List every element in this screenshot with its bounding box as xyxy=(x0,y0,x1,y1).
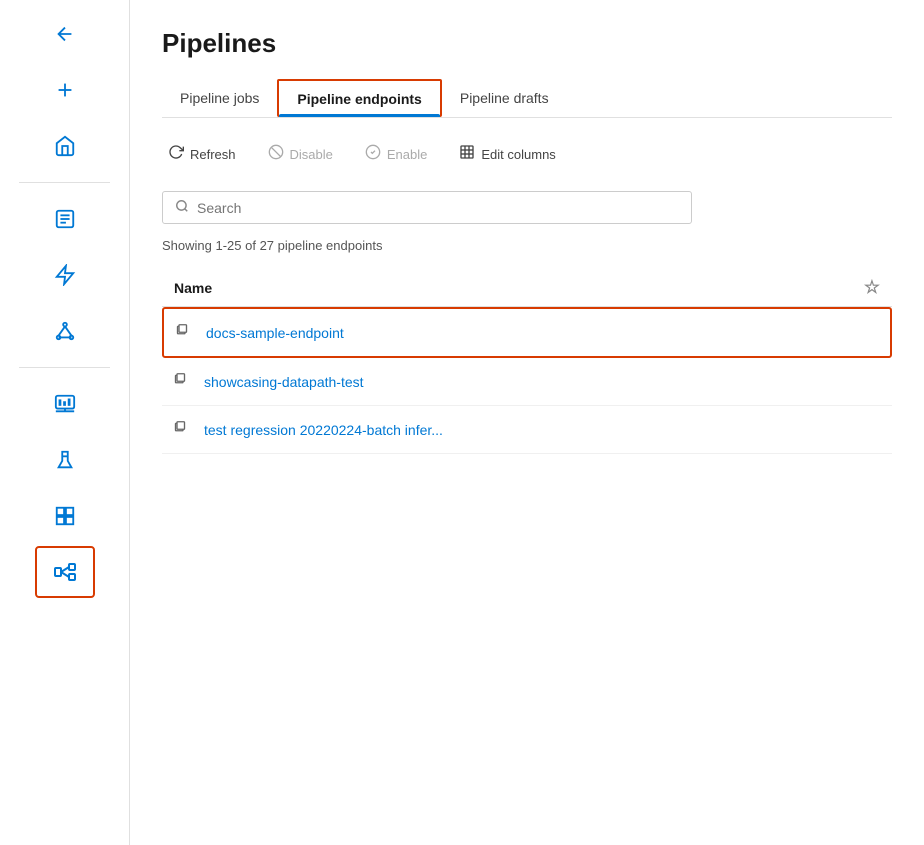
sidebar xyxy=(0,0,130,845)
sidebar-item-pipeline-endpoints[interactable] xyxy=(35,546,95,598)
enable-button[interactable]: Enable xyxy=(359,140,433,169)
table-row[interactable]: showcasing-datapath-test xyxy=(162,358,892,406)
tab-pipeline-jobs[interactable]: Pipeline jobs xyxy=(162,79,277,117)
sidebar-item-new[interactable] xyxy=(35,64,95,116)
sidebar-item-monitor[interactable] xyxy=(35,378,95,430)
table-row[interactable]: docs-sample-endpoint xyxy=(162,307,892,358)
tabs-container: Pipeline jobs Pipeline endpoints Pipelin… xyxy=(162,79,892,118)
sidebar-item-triggers[interactable] xyxy=(35,249,95,301)
sidebar-item-home[interactable] xyxy=(35,120,95,172)
sidebar-item-network[interactable] xyxy=(35,305,95,357)
table: Name ☆ docs-sample-endpoint showcasing-d… xyxy=(162,269,892,454)
main-content: Pipelines Pipeline jobs Pipeline endpoin… xyxy=(130,0,924,845)
search-icon xyxy=(175,199,189,216)
endpoint-icon xyxy=(174,370,192,393)
endpoint-name[interactable]: showcasing-datapath-test xyxy=(204,374,880,390)
sidebar-item-jobs[interactable] xyxy=(35,193,95,245)
endpoint-name[interactable]: test regression 20220224-batch infer... xyxy=(204,422,880,438)
search-input-wrapper xyxy=(162,191,692,224)
disable-button[interactable]: Disable xyxy=(262,140,339,169)
disable-icon xyxy=(268,144,284,165)
star-icon[interactable]: ☆ xyxy=(864,277,880,298)
table-row[interactable]: test regression 20220224-batch infer... xyxy=(162,406,892,454)
table-header: Name ☆ xyxy=(162,269,892,307)
column-header-name: Name xyxy=(174,280,864,296)
sidebar-item-back[interactable] xyxy=(35,8,95,60)
sidebar-divider-1 xyxy=(19,182,109,183)
sidebar-item-dashboard[interactable] xyxy=(35,490,95,542)
page-title: Pipelines xyxy=(162,28,892,59)
endpoint-icon xyxy=(176,321,194,344)
edit-columns-icon xyxy=(459,144,475,165)
sidebar-divider-2 xyxy=(19,367,109,368)
tab-pipeline-endpoints[interactable]: Pipeline endpoints xyxy=(277,79,441,117)
edit-columns-button[interactable]: Edit columns xyxy=(453,140,561,169)
search-container xyxy=(162,191,892,224)
search-input[interactable] xyxy=(197,200,679,216)
endpoint-name[interactable]: docs-sample-endpoint xyxy=(206,325,878,341)
tab-pipeline-drafts[interactable]: Pipeline drafts xyxy=(442,79,567,117)
endpoint-icon xyxy=(174,418,192,441)
sidebar-item-experiment[interactable] xyxy=(35,434,95,486)
enable-icon xyxy=(365,144,381,165)
showing-count: Showing 1-25 of 27 pipeline endpoints xyxy=(162,238,892,253)
refresh-icon xyxy=(168,144,184,165)
refresh-button[interactable]: Refresh xyxy=(162,140,242,169)
toolbar: Refresh Disable Enable xyxy=(162,134,892,175)
